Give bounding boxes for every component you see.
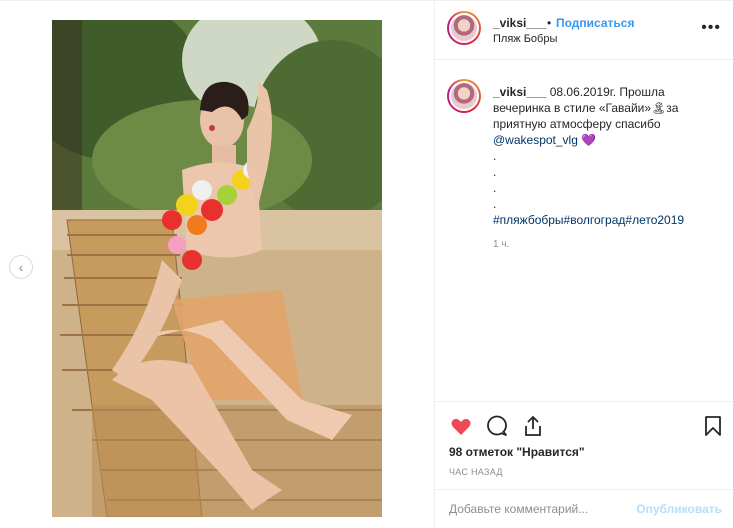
add-comment-bar: Опубликовать [435,489,733,528]
separator-dot: • [547,16,552,30]
caption-dot: . [493,149,497,163]
photo-illustration [52,20,382,517]
comments-area: _viksi___ 08.06.2019г. Прошла вечеринка … [435,61,733,401]
avatar-image [449,81,479,111]
chevron-left-icon: ‹ [18,259,24,275]
avatar[interactable] [447,11,481,45]
location-link[interactable]: Пляж Бобры [493,33,557,45]
previous-post-button[interactable]: ‹ [9,255,33,279]
heart-icon[interactable] [449,414,473,438]
caption-mention[interactable]: @wakespot_vlg [493,133,578,147]
purple-heart-icon: 💜 [581,133,597,147]
caption-dot: . [493,197,497,211]
share-icon[interactable] [521,414,545,438]
comment-input[interactable] [449,502,639,516]
post-sidebar: _viksi___ • Подписаться Пляж Бобры ••• _… [434,1,733,528]
caption-hashtags[interactable]: #пляжбобры#волгоград#лето2019 [493,213,684,227]
post-time: ЧАС НАЗАД [449,467,503,477]
follow-button[interactable]: Подписаться [556,16,634,30]
post-photo[interactable] [52,20,382,517]
more-options-icon[interactable]: ••• [701,19,721,37]
publish-button[interactable]: Опубликовать [636,502,722,516]
caption-timestamp: 1 ч. [493,239,510,250]
action-bar [435,401,733,449]
caption-dot: . [493,165,497,179]
caption-dot: . [493,181,497,195]
post-header: _viksi___ • Подписаться Пляж Бобры ••• [435,1,733,60]
caption-username[interactable]: _viksi___ [493,85,546,99]
caption: _viksi___ 08.06.2019г. Прошла вечеринка … [493,84,723,228]
username-link[interactable]: _viksi___ [493,16,546,30]
post-modal: ‹ _viksi___ • Подписаться Пляж Бобры •••… [0,0,733,528]
avatar-image [449,13,479,43]
likes-count[interactable]: 98 отметок "Нравится" [449,445,585,459]
comment-icon[interactable] [485,414,509,438]
photo-pane: ‹ [0,1,434,528]
bookmark-icon[interactable] [701,414,725,438]
caption-avatar[interactable] [447,79,481,113]
caption-dots: . . . . [493,148,723,212]
